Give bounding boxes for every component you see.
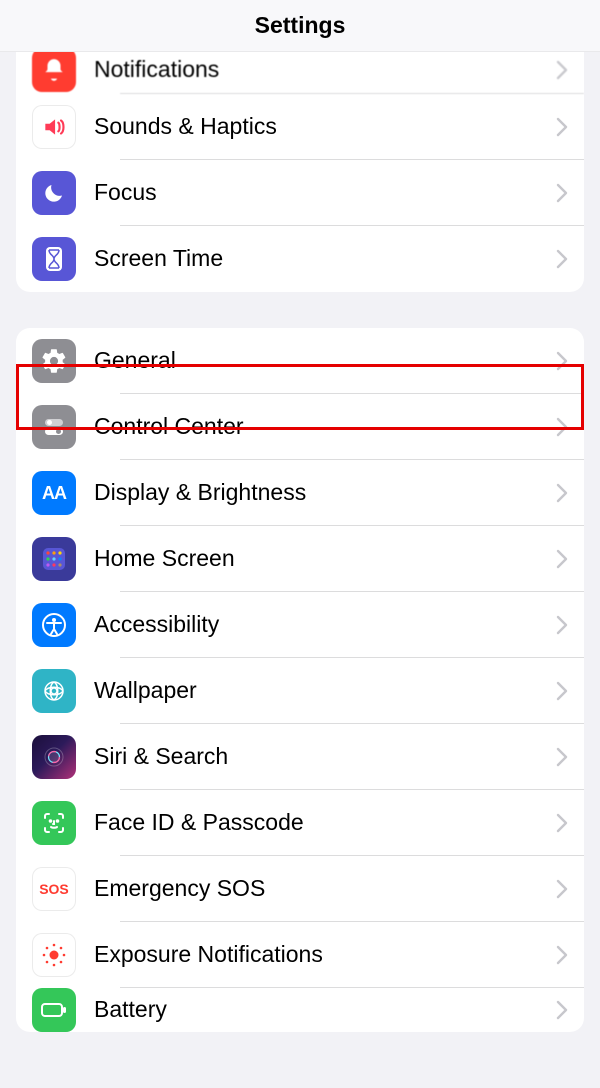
chevron-right-icon: [556, 483, 568, 503]
item-label: General: [94, 347, 556, 375]
chevron-right-icon: [556, 681, 568, 701]
settings-item-controlcenter[interactable]: Control Center: [16, 394, 584, 460]
settings-item-screentime[interactable]: Screen Time: [16, 226, 584, 292]
item-label: Siri & Search: [94, 743, 556, 771]
settings-item-accessibility[interactable]: Accessibility: [16, 592, 584, 658]
aa-text: AA: [42, 483, 66, 504]
switches-icon: [32, 405, 76, 449]
settings-item-faceid[interactable]: Face ID & Passcode: [16, 790, 584, 856]
chevron-right-icon: [556, 879, 568, 899]
chevron-right-icon: [556, 183, 568, 203]
accessibility-icon: [32, 603, 76, 647]
exposure-icon: [32, 933, 76, 977]
sos-icon: SOS: [32, 867, 76, 911]
battery-icon: [32, 988, 76, 1032]
chevron-right-icon: [556, 249, 568, 269]
settings-item-notifications[interactable]: Notifications: [16, 52, 584, 94]
hourglass-icon: [32, 237, 76, 281]
item-label: Display & Brightness: [94, 479, 556, 507]
item-label: Notifications: [94, 56, 556, 84]
chevron-right-icon: [556, 549, 568, 569]
item-label: Accessibility: [94, 611, 556, 639]
gear-icon: [32, 339, 76, 383]
chevron-right-icon: [556, 747, 568, 767]
chevron-right-icon: [556, 615, 568, 635]
page-title: Settings: [255, 12, 346, 39]
item-label: Control Center: [94, 413, 556, 441]
item-label: Wallpaper: [94, 677, 556, 705]
settings-item-homescreen[interactable]: Home Screen: [16, 526, 584, 592]
sos-text: SOS: [39, 881, 69, 897]
settings-group-2: General Control Center AA Display & Brig…: [16, 328, 584, 1032]
settings-scroll-area[interactable]: Notifications Sounds & Haptics Focus S: [0, 52, 600, 1088]
settings-group-1: Notifications Sounds & Haptics Focus S: [16, 52, 584, 292]
chevron-right-icon: [556, 813, 568, 833]
settings-item-wallpaper[interactable]: Wallpaper: [16, 658, 584, 724]
item-label: Emergency SOS: [94, 875, 556, 903]
item-label: Sounds & Haptics: [94, 113, 556, 141]
chevron-right-icon: [556, 351, 568, 371]
wallpaper-icon: [32, 669, 76, 713]
settings-item-display[interactable]: AA Display & Brightness: [16, 460, 584, 526]
item-label: Screen Time: [94, 245, 556, 273]
faceid-icon: [32, 801, 76, 845]
speaker-icon: [32, 105, 76, 149]
settings-item-sos[interactable]: SOS Emergency SOS: [16, 856, 584, 922]
chevron-right-icon: [556, 117, 568, 137]
settings-item-exposure[interactable]: Exposure Notifications: [16, 922, 584, 988]
chevron-right-icon: [556, 945, 568, 965]
item-label: Face ID & Passcode: [94, 809, 556, 837]
item-label: Focus: [94, 179, 556, 207]
chevron-right-icon: [556, 417, 568, 437]
aa-icon: AA: [32, 471, 76, 515]
settings-item-focus[interactable]: Focus: [16, 160, 584, 226]
item-label: Battery: [94, 996, 556, 1024]
settings-item-battery[interactable]: Battery: [16, 988, 584, 1032]
appgrid-icon: [32, 537, 76, 581]
settings-item-sounds[interactable]: Sounds & Haptics: [16, 94, 584, 160]
settings-item-siri[interactable]: Siri & Search: [16, 724, 584, 790]
item-label: Exposure Notifications: [94, 941, 556, 969]
siri-icon: [32, 735, 76, 779]
settings-header: Settings: [0, 0, 600, 52]
chevron-right-icon: [556, 1000, 568, 1020]
settings-item-general[interactable]: General: [16, 328, 584, 394]
item-label: Home Screen: [94, 545, 556, 573]
bell-icon: [32, 52, 76, 92]
chevron-right-icon: [556, 60, 568, 80]
moon-icon: [32, 171, 76, 215]
